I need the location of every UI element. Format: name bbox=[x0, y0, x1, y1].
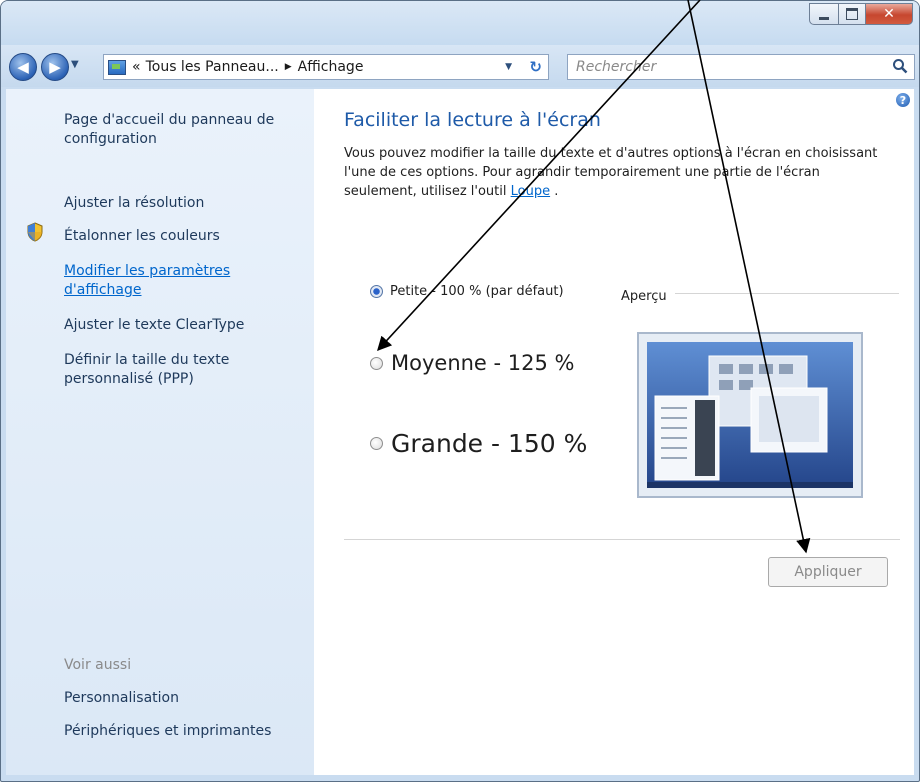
shield-icon bbox=[26, 222, 44, 246]
address-prefix: « bbox=[132, 59, 141, 75]
content-separator bbox=[344, 539, 900, 540]
sidebar-item-display-settings[interactable]: Modifier les paramètres d'affichage bbox=[64, 262, 284, 300]
radio-large[interactable] bbox=[370, 437, 383, 450]
preview-group: Aperçu bbox=[621, 285, 911, 304]
magnifier-link[interactable]: Loupe bbox=[511, 184, 550, 199]
option-medium[interactable]: Moyenne - 125 % bbox=[370, 351, 575, 375]
radio-medium[interactable] bbox=[370, 356, 383, 370]
back-button[interactable]: ◀ bbox=[9, 53, 37, 81]
main-content: ? Faciliter la lecture à l'écran Vous po… bbox=[314, 89, 914, 775]
sidebar-item-cleartype[interactable]: Ajuster le texte ClearType bbox=[64, 316, 244, 335]
option-large[interactable]: Grande - 150 % bbox=[370, 429, 587, 458]
close-button[interactable]: ✕ bbox=[866, 3, 913, 25]
see-also-personalization[interactable]: Personnalisation bbox=[64, 689, 179, 708]
description-text: Vous pouvez modifier la taille du texte … bbox=[344, 146, 878, 199]
sidebar-item-calibrate-colors[interactable]: Étalonner les couleurs bbox=[64, 227, 220, 246]
see-also-devices-printers[interactable]: Périphériques et imprimantes bbox=[64, 722, 271, 741]
apply-button[interactable]: Appliquer bbox=[768, 557, 888, 587]
title-bar: ✕ bbox=[1, 1, 919, 45]
sidebar-item-control-panel-home[interactable]: Page d'accueil du panneau de configurati… bbox=[64, 111, 300, 149]
sidebar-item-custom-dpi[interactable]: Définir la taille du texte personnalisé … bbox=[64, 351, 274, 389]
close-icon: ✕ bbox=[883, 6, 895, 22]
search-icon[interactable] bbox=[892, 58, 908, 78]
control-panel-window: ✕ ◀ ▶ ▼ « Tous les Panneau... ▶ Affichag… bbox=[0, 0, 920, 782]
address-bar[interactable]: « Tous les Panneau... ▶ Affichage ▼ ↻ bbox=[103, 54, 549, 80]
sidebar: Page d'accueil du panneau de configurati… bbox=[6, 89, 314, 775]
display-preview-graphic bbox=[647, 342, 853, 488]
preview-label: Aperçu bbox=[621, 289, 675, 304]
see-also-heading: Voir aussi bbox=[64, 657, 132, 673]
maximize-button[interactable] bbox=[839, 3, 866, 25]
address-dropdown-icon[interactable]: ▼ bbox=[505, 62, 512, 72]
maximize-icon bbox=[846, 8, 858, 20]
forward-arrow-icon: ▶ bbox=[49, 58, 61, 76]
search-input[interactable]: Rechercher bbox=[567, 54, 915, 80]
sidebar-item-resolution[interactable]: Ajuster la résolution bbox=[64, 194, 204, 213]
forward-button[interactable]: ▶ bbox=[41, 53, 69, 81]
caption-buttons: ✕ bbox=[809, 3, 913, 25]
radio-small[interactable] bbox=[370, 285, 383, 298]
option-medium-label: Moyenne - 125 % bbox=[391, 351, 575, 375]
back-arrow-icon: ◀ bbox=[17, 58, 29, 76]
breadcrumb-separator-icon: ▶ bbox=[284, 62, 292, 72]
help-icon[interactable]: ? bbox=[896, 93, 910, 107]
control-panel-icon bbox=[108, 59, 126, 75]
option-small-label: Petite - 100 % (par défaut) bbox=[390, 284, 564, 299]
breadcrumb-item-all-panels[interactable]: Tous les Panneau... bbox=[146, 59, 279, 75]
refresh-icon[interactable]: ↻ bbox=[529, 58, 542, 76]
minimize-icon bbox=[819, 16, 829, 20]
page-title: Faciliter la lecture à l'écran bbox=[344, 109, 601, 131]
page-description: Vous pouvez modifier la taille du texte … bbox=[344, 144, 884, 201]
description-end: . bbox=[554, 184, 559, 199]
preview-image bbox=[637, 332, 863, 498]
option-large-label: Grande - 150 % bbox=[391, 429, 588, 458]
minimize-button[interactable] bbox=[809, 3, 839, 25]
search-placeholder: Rechercher bbox=[576, 59, 657, 75]
breadcrumb-item-display[interactable]: Affichage bbox=[298, 59, 364, 75]
navigation-bar: ◀ ▶ ▼ « Tous les Panneau... ▶ Affichage … bbox=[1, 45, 919, 87]
option-small[interactable]: Petite - 100 % (par défaut) bbox=[370, 284, 564, 299]
recent-pages-dropdown-icon[interactable]: ▼ bbox=[71, 59, 79, 70]
